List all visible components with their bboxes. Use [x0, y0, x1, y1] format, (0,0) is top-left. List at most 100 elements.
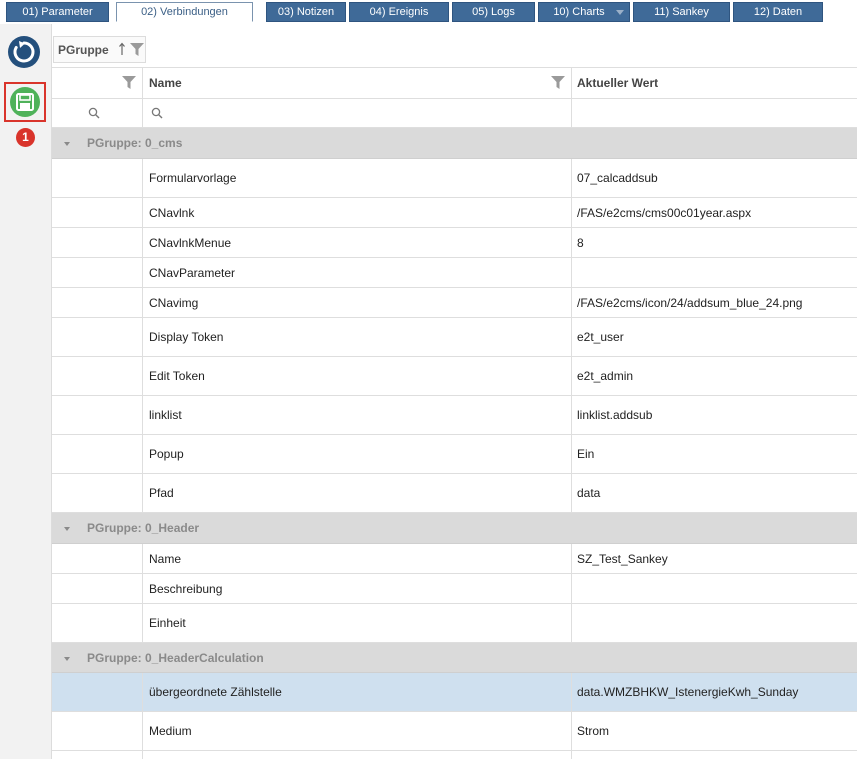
tab-label: 05) Logs [472, 6, 515, 18]
table-row[interactable]: linklist linklist.addsub [52, 396, 857, 435]
tab-label: 04) Ereignis [369, 6, 429, 18]
name-cell: Display Token [143, 318, 572, 356]
row-handle [52, 258, 143, 287]
tab-notizen[interactable]: 03) Notizen [266, 2, 346, 22]
name-cell: Name [143, 544, 572, 573]
row-handle [52, 435, 143, 473]
value-cell[interactable] [572, 574, 857, 603]
save-button[interactable] [10, 87, 40, 117]
properties-grid: Name Aktueller Wert PGruppe: 0_cms Formu… [52, 67, 857, 759]
row-handle [52, 574, 143, 603]
notification-badge: 1 [16, 128, 35, 147]
table-row[interactable]: CNavParameter [52, 258, 857, 288]
table-row[interactable]: Name SZ_Test_Sankey [52, 544, 857, 574]
group-by-chip[interactable]: PGruppe [53, 36, 146, 63]
group-row[interactable]: PGruppe: 0_HeaderCalculation [52, 643, 857, 673]
value-cell[interactable] [572, 751, 857, 759]
floppy-disk-icon [16, 93, 34, 111]
tab-verbindungen[interactable]: 02) Verbindungen [116, 2, 253, 22]
tab-label: 03) Notizen [277, 6, 335, 18]
value-cell[interactable]: /FAS/e2cms/icon/24/addsum_blue_24.png [572, 288, 857, 317]
grid-filter-row [52, 99, 857, 128]
name-cell: linklist [143, 396, 572, 434]
value-cell[interactable]: Ein [572, 435, 857, 473]
name-cell: CNavParameter [143, 258, 572, 287]
column-header-label: Aktueller Wert [577, 76, 659, 90]
chevron-down-icon[interactable] [64, 527, 70, 531]
table-row[interactable]: Pfad data [52, 474, 857, 513]
table-row[interactable]: CNavimg /FAS/e2cms/icon/24/addsum_blue_2… [52, 288, 857, 318]
table-row[interactable]: CNavlnk /FAS/e2cms/cms00c01year.aspx [52, 198, 857, 228]
filter-cell[interactable] [572, 99, 857, 127]
column-header-name[interactable]: Name [143, 68, 572, 98]
tab-daten[interactable]: 12) Daten [733, 2, 823, 22]
name-cell: Beschreibung [143, 574, 572, 603]
tab-sankey[interactable]: 11) Sankey [633, 2, 730, 22]
value-cell[interactable]: 07_calcaddsub [572, 159, 857, 197]
filter-cell[interactable] [143, 99, 572, 127]
tab-parameter[interactable]: 01) Parameter [6, 2, 109, 22]
row-handle [52, 288, 143, 317]
row-handle [52, 604, 143, 642]
value-cell[interactable] [572, 258, 857, 287]
value-cell[interactable]: data [572, 474, 857, 512]
value-cell[interactable]: Strom [572, 712, 857, 750]
group-by-label: PGruppe [58, 43, 109, 57]
value-cell[interactable]: e2t_user [572, 318, 857, 356]
value-cell[interactable] [572, 604, 857, 642]
table-row[interactable]: Formularvorlage 07_calcaddsub [52, 159, 857, 198]
group-label: PGruppe: 0_HeaderCalculation [87, 650, 264, 665]
refresh-button[interactable] [8, 36, 40, 68]
sort-ascending-icon[interactable] [118, 42, 126, 56]
value-cell[interactable]: 8 [572, 228, 857, 257]
filter-icon[interactable] [122, 76, 136, 89]
group-row[interactable]: PGruppe: 0_Header [52, 513, 857, 544]
group-label: PGruppe: 0_Header [87, 521, 200, 535]
chevron-down-icon[interactable] [64, 142, 70, 146]
tab-label: 02) Verbindungen [141, 6, 228, 18]
filter-icon[interactable] [130, 43, 144, 56]
table-row[interactable]: Popup Ein [52, 435, 857, 474]
name-cell: Formularvorlage [143, 159, 572, 197]
name-cell: CNavimg [143, 288, 572, 317]
tab-logs[interactable]: 05) Logs [452, 2, 535, 22]
table-row[interactable]: Display Token e2t_user [52, 318, 857, 357]
tab-label: 12) Daten [753, 6, 803, 18]
table-row[interactable]: Beschreibung [52, 574, 857, 604]
value-cell[interactable]: /FAS/e2cms/cms00c01year.aspx [572, 198, 857, 227]
row-handle [52, 712, 143, 750]
name-cell: CNavlnk [143, 198, 572, 227]
table-row-selected[interactable]: übergeordnete Zählstelle data.WMZBHKW_Is… [52, 673, 857, 712]
filter-icon[interactable] [551, 76, 565, 89]
table-row[interactable]: Edit Token e2t_admin [52, 357, 857, 396]
name-cell: Popup [143, 435, 572, 473]
table-row[interactable] [52, 751, 857, 759]
refresh-icon [13, 41, 35, 63]
value-cell[interactable]: linklist.addsub [572, 396, 857, 434]
value-cell[interactable]: SZ_Test_Sankey [572, 544, 857, 573]
filter-cell[interactable] [52, 99, 143, 127]
row-handle [52, 228, 143, 257]
chevron-down-icon[interactable] [616, 10, 624, 15]
value-cell[interactable]: e2t_admin [572, 357, 857, 395]
tab-label: 11) Sankey [654, 6, 709, 18]
name-cell: Edit Token [143, 357, 572, 395]
table-row[interactable]: Einheit [52, 604, 857, 643]
search-icon [151, 107, 163, 119]
left-toolbar: 1 [0, 24, 52, 759]
name-cell: Einheit [143, 604, 572, 642]
tab-ereignis[interactable]: 04) Ereignis [349, 2, 449, 22]
name-cell: Medium [143, 712, 572, 750]
group-row[interactable]: PGruppe: 0_cms [52, 128, 857, 159]
row-handle [52, 318, 143, 356]
table-row[interactable]: Medium Strom [52, 712, 857, 751]
grid-header-row: Name Aktueller Wert [52, 67, 857, 99]
table-row[interactable]: CNavlnkMenue 8 [52, 228, 857, 258]
name-cell: übergeordnete Zählstelle [143, 673, 572, 711]
name-cell: CNavlnkMenue [143, 228, 572, 257]
group-label: PGruppe: 0_cms [87, 136, 183, 150]
chevron-down-icon[interactable] [64, 656, 70, 661]
value-cell[interactable]: data.WMZBHKW_IstenergieKwh_Sunday [572, 673, 857, 711]
tab-charts[interactable]: 10) Charts [538, 2, 630, 22]
column-header-value[interactable]: Aktueller Wert [572, 68, 857, 98]
